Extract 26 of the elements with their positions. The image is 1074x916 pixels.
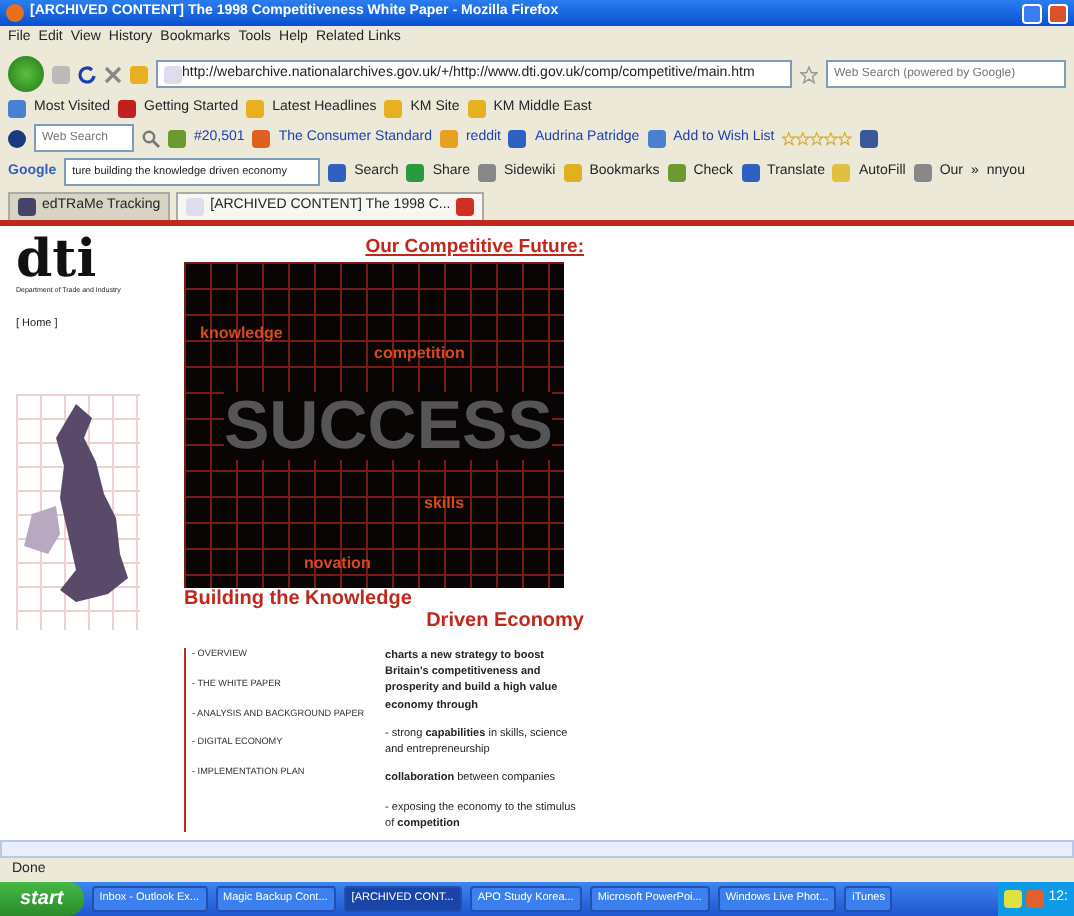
collage-word: competition <box>374 342 465 367</box>
reload-icon[interactable] <box>78 65 96 83</box>
forward-button[interactable] <box>52 65 70 83</box>
collage-word: novation <box>304 552 371 577</box>
star-icon[interactable] <box>800 65 818 83</box>
toolbar-icon[interactable] <box>252 129 271 147</box>
toolbar-icon[interactable] <box>741 163 760 181</box>
toolbar-icon[interactable] <box>913 163 932 181</box>
bookmark-icon[interactable] <box>8 99 26 117</box>
minimize-button[interactable] <box>1022 3 1042 23</box>
collage-word: SUCCESS <box>224 392 553 461</box>
search-icon[interactable] <box>142 129 160 147</box>
collage-word: skills <box>424 492 465 517</box>
toolbar-icon[interactable] <box>168 129 186 147</box>
logo: dti <box>16 234 97 286</box>
toolbar-icon[interactable] <box>328 163 347 181</box>
collage-word: knowledge <box>200 322 283 347</box>
stop-icon[interactable] <box>104 65 122 83</box>
bookmark-icon[interactable] <box>118 99 136 117</box>
back-button[interactable] <box>8 56 44 92</box>
subheading: Driven Economy <box>424 609 584 632</box>
horizontal-scrollbar[interactable] <box>0 840 1074 858</box>
page-icon[interactable] <box>18 198 36 216</box>
heading: Our Competitive Future: <box>363 234 584 262</box>
close-button[interactable] <box>1048 3 1068 23</box>
subheading: Building the Knowledge <box>184 587 414 610</box>
